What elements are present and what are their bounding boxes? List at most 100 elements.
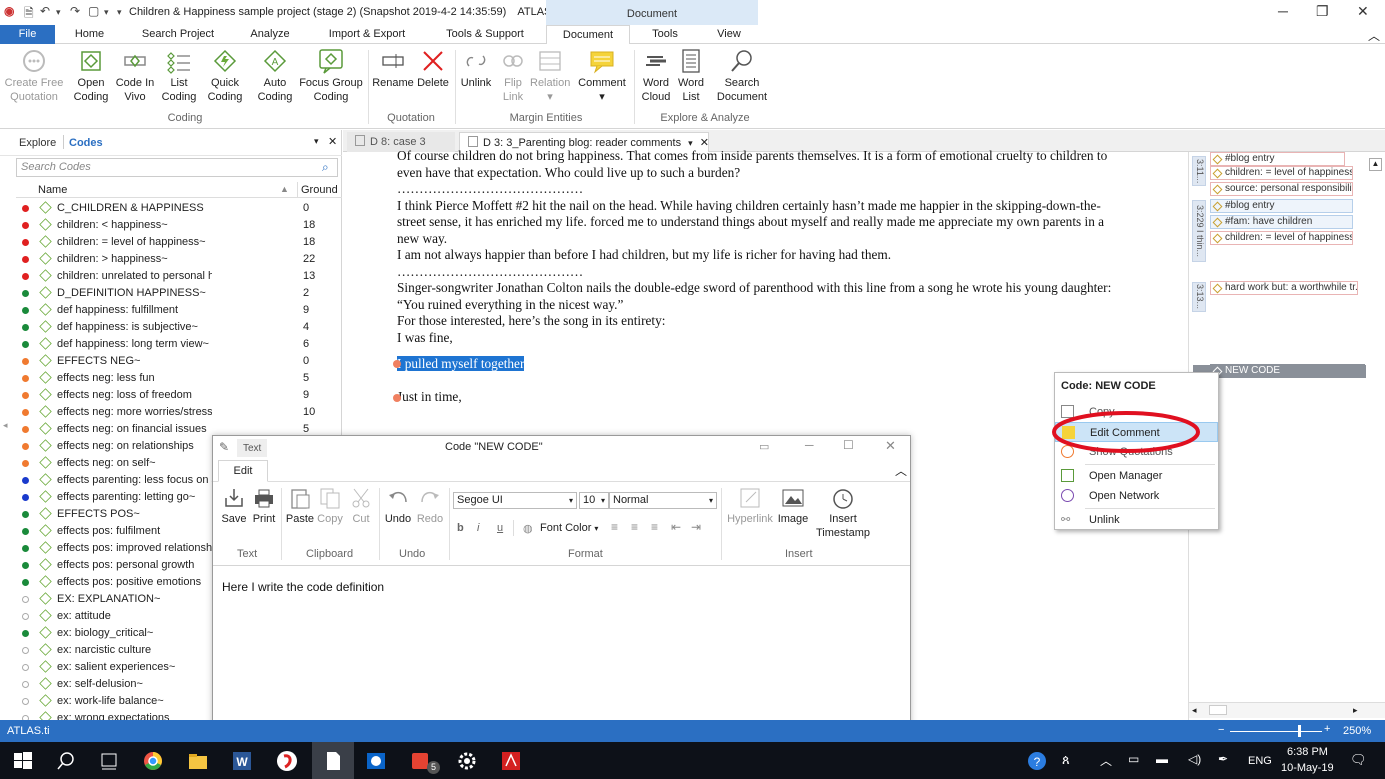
- zoom-out-button[interactable]: −: [1218, 724, 1224, 736]
- undo-quick-icon[interactable]: ↶: [40, 4, 50, 18]
- col-ground[interactable]: Ground: [301, 184, 338, 196]
- input-language[interactable]: ENG: [1248, 755, 1272, 767]
- unlink-button[interactable]: Unlink: [458, 48, 494, 90]
- relation-button[interactable]: Relation ▾: [530, 48, 570, 104]
- outlook-icon[interactable]: [365, 750, 387, 772]
- code-row[interactable]: EFFECTS NEG~ 0: [0, 353, 342, 370]
- scroll-thumb[interactable]: [1209, 705, 1227, 715]
- font-family-select[interactable]: Segoe UI ▾: [453, 492, 577, 509]
- code-row[interactable]: C_CHILDREN & HAPPINESS 0: [0, 200, 342, 217]
- indent-increase-icon[interactable]: ⇥: [691, 520, 701, 534]
- editor-tab-text[interactable]: Text: [237, 439, 267, 457]
- menu-item-unlink[interactable]: ⚯ Unlink: [1055, 510, 1218, 530]
- tab-view[interactable]: View: [705, 25, 753, 44]
- code-row[interactable]: def happiness: long term view~ 6: [0, 336, 342, 353]
- save-quick-icon[interactable]: 🗎: [24, 4, 34, 25]
- chrome-icon[interactable]: [142, 750, 164, 772]
- zoom-slider-track[interactable]: [1230, 731, 1322, 732]
- help-icon[interactable]: ?: [1026, 750, 1048, 772]
- tab-file[interactable]: File: [0, 25, 55, 44]
- tab-search-project[interactable]: Search Project: [132, 25, 224, 44]
- word-list-button[interactable]: Word List: [676, 48, 706, 104]
- settings-gear-icon[interactable]: [456, 750, 478, 772]
- search-codes-input[interactable]: Search Codes: [16, 158, 338, 177]
- save-button[interactable]: Save: [219, 486, 249, 526]
- bold-button[interactable]: b: [457, 522, 464, 534]
- code-row[interactable]: children: unrelated to personal happines…: [0, 268, 342, 285]
- undo-dropdown-icon[interactable]: ▾: [56, 7, 61, 18]
- notifications-icon[interactable]: 🗨: [1350, 752, 1367, 768]
- font-size-select[interactable]: 10 ▾: [579, 492, 609, 509]
- align-left-icon[interactable]: ≡: [611, 520, 618, 534]
- tab-analyze[interactable]: Analyze: [240, 25, 300, 44]
- code-row[interactable]: children: > happiness~ 22: [0, 251, 342, 268]
- margin-code-tag[interactable]: source: personal responsibility: [1210, 182, 1353, 196]
- delete-button[interactable]: Delete: [414, 48, 452, 90]
- tab-edit[interactable]: Edit: [218, 460, 268, 482]
- tab-codes[interactable]: Codes: [69, 137, 103, 149]
- tab-dropdown-icon[interactable]: ▾: [688, 138, 693, 148]
- margin-code-tag[interactable]: hard work but: a worthwhile tr...: [1210, 281, 1358, 295]
- task-view-icon[interactable]: [98, 750, 120, 772]
- collapse-ribbon-icon[interactable]: ︿: [1368, 27, 1380, 44]
- clock-time[interactable]: 6:38 PM: [1287, 746, 1328, 758]
- auto-coding-button[interactable]: A Auto Coding: [254, 48, 296, 104]
- code-row[interactable]: effects neg: loss of freedom 9: [0, 387, 342, 404]
- editor-body-text[interactable]: Here I write the code definition: [222, 580, 384, 594]
- cut-button[interactable]: Cut: [347, 486, 375, 526]
- windows-start-icon[interactable]: [12, 750, 34, 772]
- paragraph-style-select[interactable]: Normal ▾: [609, 492, 717, 509]
- align-center-icon[interactable]: ≡: [631, 520, 638, 534]
- open-coding-button[interactable]: Open Coding: [70, 48, 112, 104]
- paste-button[interactable]: Paste: [285, 486, 315, 526]
- file-explorer-icon[interactable]: [187, 750, 209, 772]
- insert-timestamp-button[interactable]: Insert Timestamp: [813, 486, 873, 540]
- document-app-icon[interactable]: [322, 750, 344, 772]
- close-button[interactable]: ✕: [1357, 3, 1369, 20]
- list-coding-button[interactable]: List Coding: [158, 48, 200, 104]
- quick-coding-button[interactable]: Quick Coding: [204, 48, 246, 104]
- selected-quotation-line[interactable]: I pulled myself together: [397, 356, 1177, 373]
- selection-handle-start[interactable]: [393, 360, 401, 368]
- zoom-slider-thumb[interactable]: [1298, 725, 1301, 737]
- battery-icon[interactable]: ▬: [1156, 752, 1168, 766]
- collapse-editor-ribbon-icon[interactable]: ︿: [895, 462, 907, 479]
- people-icon[interactable]: ጰ: [1062, 752, 1070, 768]
- search-icon[interactable]: [55, 750, 77, 772]
- align-right-icon[interactable]: ≡: [651, 520, 658, 534]
- comment-button[interactable]: Comment ▾: [576, 48, 628, 104]
- redo-quick-icon[interactable]: ↷: [70, 4, 80, 18]
- tab-tools[interactable]: Tools: [640, 25, 690, 44]
- create-free-quotation-button[interactable]: Create Free Quotation: [2, 48, 66, 104]
- editor-maximize-button[interactable]: ☐: [843, 438, 854, 452]
- scroll-left-icon[interactable]: ◂: [1192, 705, 1197, 716]
- margin-code-tag-new[interactable]: NEW CODE: [1210, 364, 1365, 378]
- scroll-up-icon[interactable]: ▲: [1369, 158, 1382, 171]
- underline-button[interactable]: u: [497, 522, 503, 534]
- code-in-vivo-button[interactable]: Code In Vivo: [114, 48, 156, 104]
- scroll-right-icon[interactable]: ▸: [1353, 705, 1358, 716]
- clock-date[interactable]: 10-May-19: [1281, 762, 1334, 774]
- code-row[interactable]: children: = level of happiness~ 18: [0, 234, 342, 251]
- panel-resize-arrow-icon[interactable]: ◂: [3, 420, 8, 431]
- italic-button[interactable]: i: [477, 522, 479, 534]
- panel-close-icon[interactable]: ✕: [328, 135, 337, 148]
- margin-code-tag[interactable]: #blog entry: [1210, 199, 1353, 213]
- quotation-bar[interactable]: 3:11...: [1192, 156, 1206, 186]
- editor-close-button[interactable]: ✕: [885, 438, 896, 454]
- word-icon[interactable]: W: [231, 750, 253, 772]
- image-button[interactable]: Image: [775, 486, 811, 526]
- selection-handle-end[interactable]: [393, 394, 401, 402]
- search-document-button[interactable]: Search Document: [714, 48, 770, 104]
- window-icon[interactable]: ▢: [88, 4, 99, 18]
- tab-explore[interactable]: Explore: [19, 137, 56, 149]
- network-icon[interactable]: ▭: [1128, 752, 1139, 766]
- margin-code-tag[interactable]: children: = level of happiness: [1210, 231, 1353, 245]
- tab-import-export[interactable]: Import & Export: [318, 25, 416, 44]
- restore-button[interactable]: ❐: [1316, 3, 1329, 20]
- menu-dropdown-icon[interactable]: ▾: [117, 7, 122, 18]
- code-row[interactable]: children: < happiness~ 18: [0, 217, 342, 234]
- quotation-bar[interactable]: 3:13...: [1192, 282, 1206, 312]
- menu-item-open-manager[interactable]: Open Manager: [1055, 466, 1218, 486]
- code-row[interactable]: effects neg: more worries/stress/respons…: [0, 404, 342, 421]
